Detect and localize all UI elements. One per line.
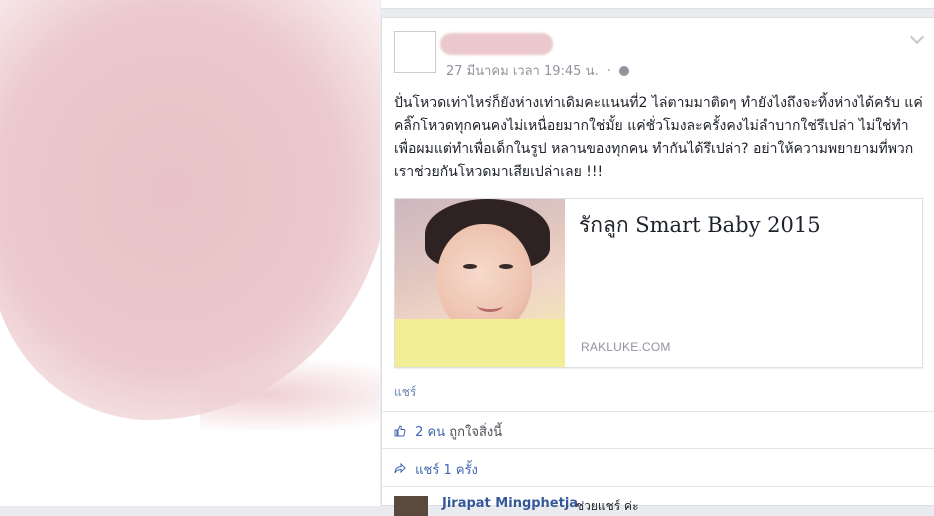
baby-eye-right	[499, 264, 513, 269]
likes-count[interactable]: 2 คน	[415, 425, 445, 440]
link-preview-title[interactable]: รักลูก Smart Baby 2015	[579, 209, 821, 242]
likes-suffix: ถูกใจสิ่งนี้	[449, 425, 503, 440]
link-preview-domain: RAKLUKE.COM	[581, 340, 671, 354]
share-action-link[interactable]: แชร์	[394, 383, 416, 402]
shares-count[interactable]: 1 ครั้ง	[443, 463, 477, 478]
author-avatar[interactable]	[394, 31, 436, 73]
post-body: ปั่นโหวดเท่าไหร่ก็ยังห่างเท่าเดิมคะแนนที…	[394, 95, 923, 180]
link-preview-card[interactable]: รักลูก Smart Baby 2015 RAKLUKE.COM	[394, 198, 923, 368]
meta-separator: ·	[606, 64, 611, 79]
commenter-name[interactable]: Jirapat Mingphetja	[442, 496, 578, 511]
chevron-down-icon[interactable]	[909, 29, 925, 45]
baby-shirt	[395, 319, 565, 367]
divider	[382, 448, 934, 449]
shares-summary: แชร์ 1 ครั้ง	[394, 459, 478, 480]
divider	[382, 486, 934, 487]
likes-summary: 2 คน ถูกใจสิ่งนี้	[394, 421, 502, 442]
divider	[382, 411, 934, 412]
blurred-sidebar-region	[0, 0, 380, 506]
baby-mouth	[477, 299, 503, 312]
shares-label[interactable]: แชร์	[415, 463, 439, 478]
link-preview-image[interactable]	[395, 199, 565, 367]
author-name-redacted[interactable]	[440, 33, 553, 55]
commenter-avatar[interactable]	[394, 496, 428, 516]
baby-eye-left	[463, 264, 477, 269]
baby-face	[437, 224, 532, 334]
redaction-blur	[0, 0, 380, 420]
redaction-blur-tail	[200, 360, 380, 430]
thumbs-up-icon	[394, 425, 406, 437]
post-meta: 27 มีนาคม เวลา 19:45 น. ·	[446, 60, 630, 81]
post-card: 27 มีนาคม เวลา 19:45 น. · ปั่นโหวดเท่าไห…	[381, 17, 934, 516]
comment-text: ช่วยแชร์ ค่ะ	[576, 499, 639, 513]
previous-post-card-edge	[381, 0, 934, 9]
share-arrow-icon	[394, 463, 406, 474]
post-timestamp[interactable]: 27 มีนาคม เวลา 19:45 น.	[446, 64, 599, 79]
globe-icon[interactable]	[619, 66, 630, 76]
